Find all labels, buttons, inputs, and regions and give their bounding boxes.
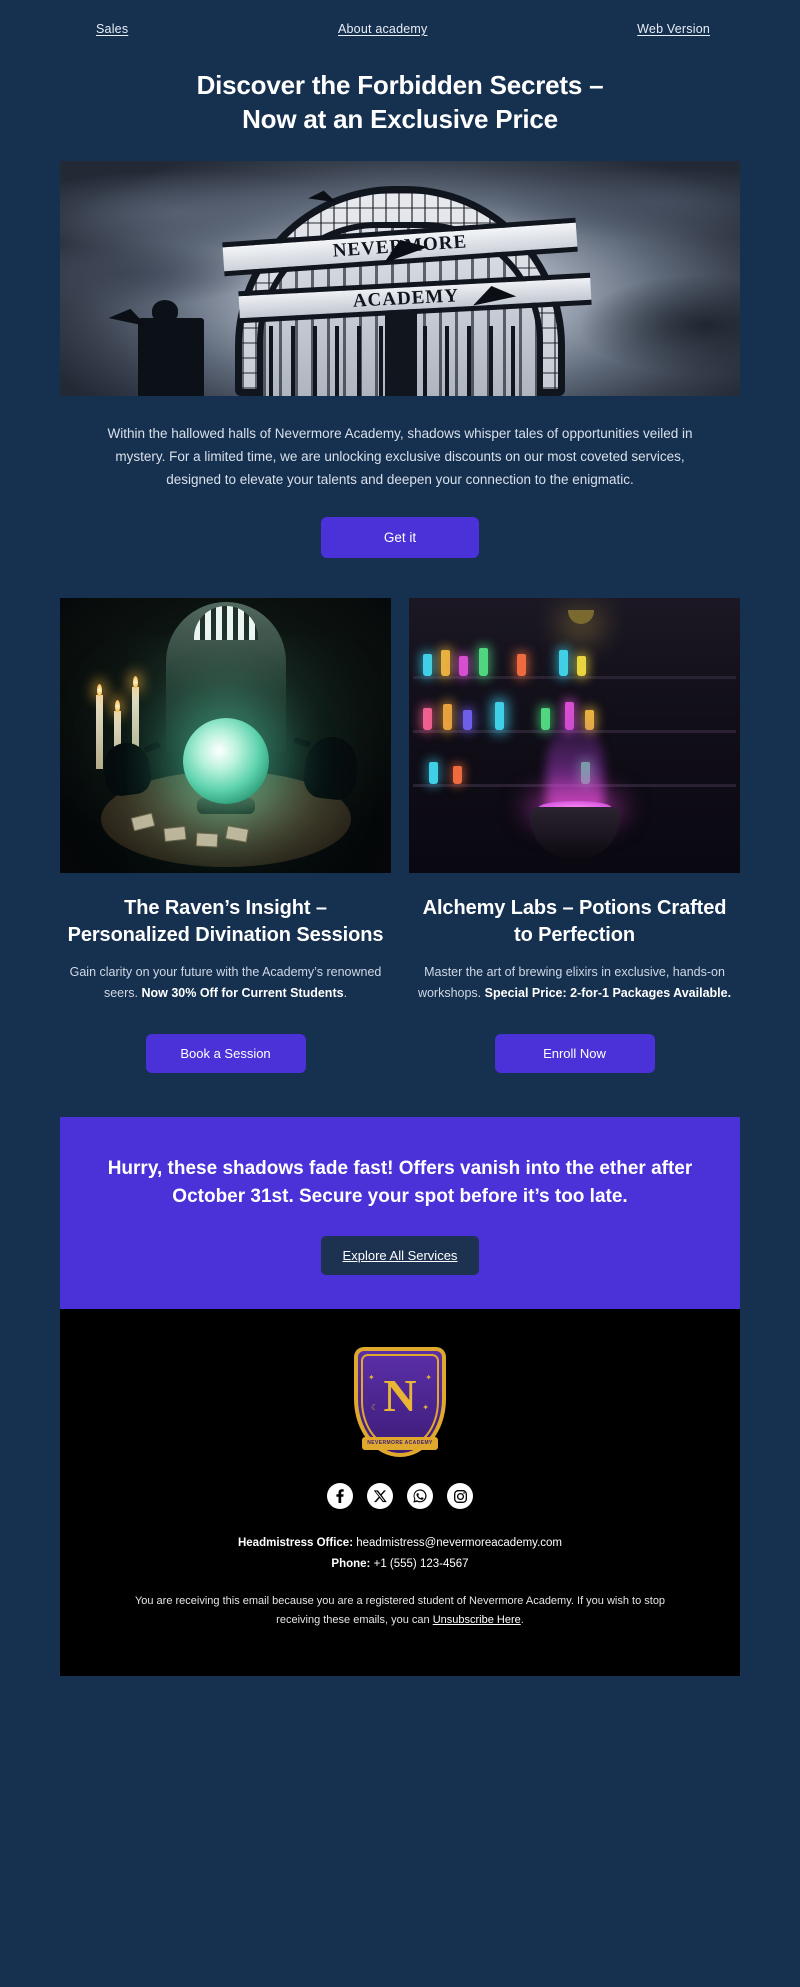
instagram-icon[interactable] — [447, 1483, 473, 1510]
potion-bottle — [423, 654, 432, 677]
headline-line-1: Discover the Forbidden Secrets – — [196, 70, 604, 100]
potion-bottle — [495, 702, 504, 731]
potion-bottle — [559, 650, 568, 677]
urgency-banner-text: Hurry, these shadows fade fast! Offers v… — [107, 1158, 693, 1207]
divination-card-image — [60, 598, 391, 874]
card-description: Gain clarity on your future with the Aca… — [60, 948, 391, 1004]
tarot-card — [163, 826, 187, 843]
urgency-banner-wrap: Hurry, these shadows fade fast! Offers v… — [0, 1073, 800, 1310]
shelf — [413, 676, 736, 680]
phone-label: Phone: — [331, 1558, 371, 1571]
potion-bottle — [429, 762, 438, 785]
card-desc-bold: Now 30% Off for Current Students — [141, 986, 344, 1001]
stone-plinth — [138, 299, 204, 396]
potion-bottle — [541, 708, 550, 731]
email-page: Sales About academy Web Version Discover… — [0, 0, 800, 1987]
potion-bottle — [441, 650, 450, 677]
nevermore-crest-logo: ✦ ✦ ☾ ✦ N NEVERMORE ACADEMY — [354, 1347, 446, 1458]
x-twitter-icon[interactable] — [367, 1483, 393, 1510]
legal-text-pre: You are receiving this email because you… — [134, 1594, 666, 1626]
hero-cta-row: Get it — [0, 491, 800, 559]
footer-contact: Headmistress Office: headmistress@neverm… — [100, 1509, 700, 1576]
office-email: headmistress@nevermoreacademy.com — [353, 1537, 562, 1550]
crest-ribbon-text: NEVERMORE ACADEMY — [367, 1440, 433, 1447]
alchemy-card-image — [409, 598, 740, 874]
office-line: Headmistress Office: headmistress@neverm… — [100, 1533, 700, 1554]
preheader-link-web-version[interactable]: Web Version — [637, 22, 710, 36]
card-desc-bold: Special Price: 2-for-1 Packages Availabl… — [484, 986, 732, 1001]
product-card: The Raven’s Insight – Personalized Divin… — [60, 598, 391, 1074]
preheader-link-sales[interactable]: Sales — [96, 22, 128, 36]
hero-intro-text: Within the hallowed halls of Nevermore A… — [107, 425, 693, 488]
crystal-ball-icon — [182, 718, 269, 805]
urgency-banner: Hurry, these shadows fade fast! Offers v… — [60, 1117, 740, 1310]
potion-bottle — [423, 708, 432, 731]
unsubscribe-link[interactable]: Unsubscribe Here — [433, 1614, 521, 1626]
candle-icon — [96, 684, 103, 770]
gate-post-right — [401, 305, 417, 396]
card-title: The Raven’s Insight – Personalized Divin… — [67, 897, 384, 946]
card-desc-tail: . — [343, 986, 348, 1001]
hero-image-wrap: NEVERMORE ACADEMY — [0, 137, 800, 396]
hero-headline: Discover the Forbidden Secrets – Now at … — [0, 36, 800, 137]
preheader-nav: Sales About academy Web Version — [0, 0, 800, 36]
footer-wrap: ✦ ✦ ☾ ✦ N NEVERMORE ACADEMY Headmistress… — [0, 1309, 800, 1677]
card-cta-row: Enroll Now — [409, 1004, 740, 1074]
facebook-icon[interactable] — [327, 1483, 353, 1510]
phone-value: +1 (555) 123-4567 — [370, 1558, 469, 1571]
phone-line: Phone: +1 (555) 123-4567 — [100, 1554, 700, 1575]
raven-icon — [301, 734, 361, 803]
headline-line-2: Now at an Exclusive Price — [242, 104, 558, 135]
raven-icon — [100, 740, 154, 799]
potion-bottle — [453, 766, 462, 785]
get-it-button[interactable]: Get it — [321, 517, 479, 559]
social-links — [100, 1457, 700, 1510]
hanging-lamp-icon — [567, 610, 594, 625]
footer-legal: You are receiving this email because you… — [100, 1576, 700, 1631]
book-a-session-button[interactable]: Book a Session — [145, 1034, 306, 1074]
card-cta-row: Book a Session — [60, 1004, 391, 1074]
tarot-card — [195, 832, 219, 848]
potion-bottle — [443, 704, 452, 731]
urgency-banner-cta-row: Explore All Services — [106, 1210, 694, 1276]
potion-bottle — [479, 648, 488, 677]
legal-text-post: . — [520, 1613, 524, 1626]
footer: ✦ ✦ ☾ ✦ N NEVERMORE ACADEMY Headmistress… — [60, 1309, 740, 1677]
card-title: Alchemy Labs – Potions Crafted to Perfec… — [422, 897, 727, 946]
cauldron-icon — [529, 807, 620, 860]
product-cards: The Raven’s Insight – Personalized Divin… — [0, 558, 800, 1074]
academy-gate: NEVERMORE ACADEMY — [222, 178, 592, 396]
preheader-link-about-academy[interactable]: About academy — [128, 22, 637, 36]
whatsapp-icon[interactable] — [407, 1483, 433, 1510]
potion-bottle — [577, 656, 586, 677]
potion-bottle — [459, 656, 468, 677]
office-label: Headmistress Office: — [237, 1537, 354, 1550]
enroll-now-button[interactable]: Enroll Now — [494, 1034, 655, 1074]
hero-image: NEVERMORE ACADEMY — [60, 160, 740, 396]
product-card: Alchemy Labs – Potions Crafted to Perfec… — [409, 598, 740, 1074]
potion-bottle — [517, 654, 526, 677]
gate-post-left — [385, 305, 401, 396]
explore-all-services-button[interactable]: Explore All Services — [320, 1236, 480, 1276]
crest-ribbon: NEVERMORE ACADEMY — [362, 1437, 438, 1451]
potion-bottle — [463, 710, 472, 731]
card-description: Master the art of brewing elixirs in exc… — [409, 948, 740, 1004]
